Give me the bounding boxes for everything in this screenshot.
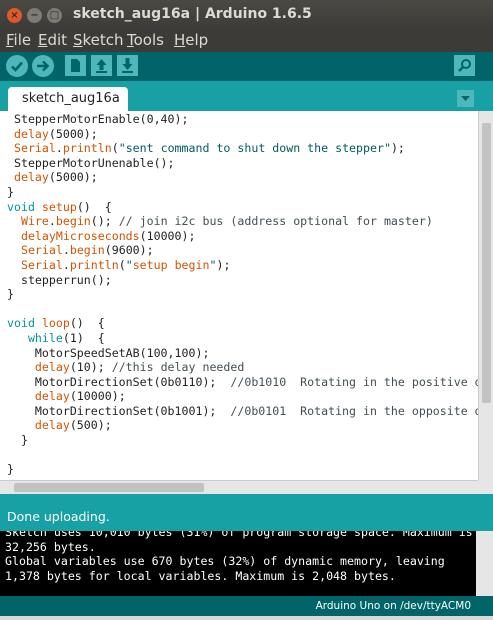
- tab-menu-button[interactable]: [457, 90, 474, 107]
- toolbar: [0, 52, 493, 81]
- code-line: ​: [7, 448, 478, 463]
- verify-button[interactable]: [6, 55, 28, 77]
- scroll-thumb[interactable]: [14, 483, 204, 492]
- magnifier-icon: [458, 59, 471, 72]
- title-bar: × − □ sketch_aug16a | Arduino 1.6.5: [0, 0, 493, 30]
- code-line: }: [7, 184, 14, 199]
- code-line: }: [7, 433, 28, 448]
- menu-tools[interactable]: Tools: [127, 31, 164, 49]
- arrow-right-icon: [37, 60, 50, 72]
- menu-file[interactable]: File: [6, 31, 31, 49]
- pane-splitter[interactable]: [0, 494, 493, 502]
- window-title: sketch_aug16a | Arduino 1.6.5: [73, 6, 312, 22]
- code-line: delayMicroseconds(10000);: [20, 228, 196, 243]
- tab-sketch[interactable]: sketch_aug16a: [8, 87, 128, 111]
- code-line: void setup() {: [7, 199, 112, 214]
- close-window-button[interactable]: ×: [7, 8, 22, 23]
- menu-sketch[interactable]: Sketch: [73, 31, 124, 49]
- page-icon: [71, 59, 80, 72]
- new-button[interactable]: [65, 55, 86, 76]
- console-line: 32,256 bytes.: [5, 539, 96, 554]
- code-line: }: [7, 287, 14, 302]
- code-line: while(1) {: [27, 330, 105, 345]
- code-line: }: [7, 462, 14, 477]
- save-button[interactable]: [117, 55, 138, 76]
- console-line: Sketch uses 10,010 bytes (31%) of progra…: [5, 531, 473, 539]
- scroll-thumb[interactable]: [482, 123, 491, 403]
- serial-monitor-button[interactable]: [454, 55, 475, 76]
- minimize-window-button[interactable]: −: [27, 8, 42, 23]
- menu-help[interactable]: Help: [174, 31, 208, 49]
- console-line: Global variables use 670 bytes (32%) of …: [5, 554, 445, 569]
- window-bottom-edge: [0, 616, 493, 620]
- code-line: delay(5000);: [13, 126, 98, 141]
- code-line: MotorDirectionSet(0b0110); //0b1010 Rota…: [7, 374, 478, 389]
- maximize-window-button[interactable]: □: [47, 8, 62, 23]
- editor-horizontal-scrollbar[interactable]: [0, 480, 478, 494]
- console-output: Sketch uses 10,010 bytes (31%) of progra…: [0, 531, 476, 596]
- status-message: Done uploading.: [0, 502, 493, 531]
- code-line: Serial.println("sent command to shut dow…: [13, 141, 405, 156]
- tab-bar: sketch_aug16a: [0, 81, 493, 111]
- menu-edit[interactable]: Edit: [38, 31, 67, 49]
- arrow-down-icon: [122, 58, 133, 73]
- code-line: void loop() {: [7, 316, 105, 331]
- code-line: delay(5000);: [13, 170, 98, 185]
- code-line: ​: [7, 302, 478, 317]
- code-line: MotorSpeedSetAB(100,100);: [7, 345, 210, 360]
- code-line: Serial.println("setup begin");: [20, 257, 231, 272]
- code-line: delay(10000);: [34, 389, 126, 404]
- editor-vertical-scrollbar[interactable]: [478, 111, 493, 480]
- console-line: 1,378 bytes for local variables. Maximum…: [5, 568, 396, 583]
- menu-bar: File Edit Sketch Tools Help: [0, 30, 493, 52]
- code-line: Serial.begin(9600);: [20, 243, 154, 258]
- code-text: StepperMotorEnable(0,40); delay(5000); S…: [7, 112, 478, 477]
- code-line: delay(500);: [34, 418, 112, 433]
- code-line: Wire.begin(); // join i2c bus (address o…: [20, 214, 433, 229]
- code-line: stepperrun();: [7, 272, 112, 287]
- code-line: MotorDirectionSet(0b1001); //0b0101 Rota…: [7, 403, 478, 418]
- check-icon: [11, 61, 23, 72]
- code-line: StepperMotorEnable(0,40);: [7, 112, 189, 126]
- board-status: Arduino Uno on /dev/ttyACM0: [0, 596, 493, 616]
- open-button[interactable]: [91, 55, 112, 76]
- console-text: Sketch uses 10,010 bytes (31%) of progra…: [5, 531, 473, 583]
- code-line: delay(10); //this delay needed: [34, 360, 245, 375]
- console-scrollbar[interactable]: [476, 531, 493, 596]
- chevron-down-icon: [461, 96, 470, 101]
- scroll-corner: [478, 480, 493, 494]
- upload-button[interactable]: [32, 55, 54, 77]
- code-line: StepperMotorUnenable();: [7, 155, 175, 170]
- code-editor[interactable]: StepperMotorEnable(0,40); delay(5000); S…: [0, 111, 478, 480]
- arrow-up-icon: [96, 59, 107, 73]
